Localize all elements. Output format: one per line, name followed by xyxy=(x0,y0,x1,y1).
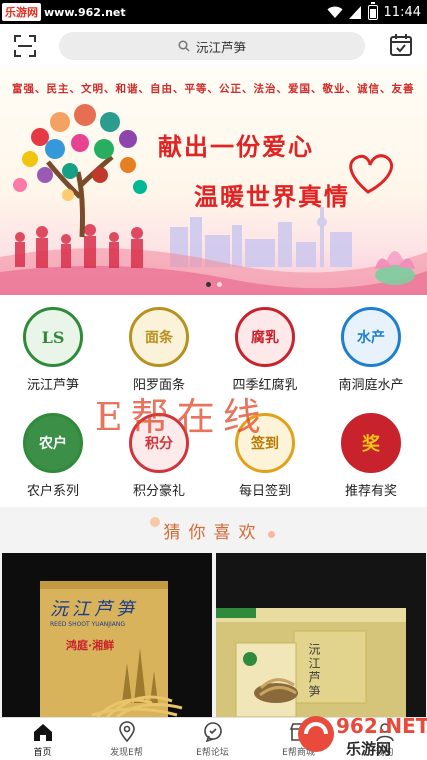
product-tag: 鸿庭·湘鲜 xyxy=(66,639,115,652)
search-bar[interactable]: 沅江芦笋 xyxy=(59,32,365,60)
product-brand: 沅江芦笋 xyxy=(50,599,138,620)
site-watermark-sub: 乐游网 xyxy=(346,740,392,758)
farmer-icon: 农户 xyxy=(23,413,83,473)
category-daily-checkin[interactable]: 签到 每日签到 xyxy=(212,413,318,499)
banner-pagination xyxy=(0,282,427,287)
category-label: 四季红腐乳 xyxy=(232,378,298,393)
category-label: 沅江芦笋 xyxy=(26,378,79,393)
category-dongting-aquatic[interactable]: 水产 南洞庭水产 xyxy=(318,307,424,393)
product-brand: 沅江芦笋 xyxy=(307,643,321,699)
asparagus-logo-icon: LS xyxy=(23,307,83,367)
tab-label: E帮论坛 xyxy=(196,748,229,758)
top-header: 沅江芦笋 xyxy=(0,24,427,67)
search-placeholder: 沅江芦笋 xyxy=(195,39,246,55)
site-watermark: 962.NET 乐游网 xyxy=(296,712,427,758)
banner-headline-1: 献出一份爱心 xyxy=(158,132,314,161)
noodles-icon: 面条 xyxy=(129,307,189,367)
category-yangluo-noodles[interactable]: 面条 阳罗面条 xyxy=(106,307,212,393)
calendar-check-icon xyxy=(390,34,412,56)
signal-icon xyxy=(348,5,361,19)
decor-dot xyxy=(150,517,160,527)
category-grid: LS 沅江芦笋 面条 阳罗面条 腐乳 四季红腐乳 水产 南洞庭水产 农户 农户系… xyxy=(0,295,427,507)
site-logo: 乐游网 xyxy=(2,3,41,21)
category-label: 积分豪礼 xyxy=(132,484,185,499)
site-watermark-text: 962.NET xyxy=(336,714,427,738)
aquatic-products-icon: 水产 xyxy=(341,307,401,367)
product-subtitle: REED SHOOT YUANJIANG xyxy=(50,621,126,628)
tab-label: 发现E帮 xyxy=(110,748,143,758)
location-icon xyxy=(118,721,135,743)
wifi-icon xyxy=(327,6,343,18)
search-icon xyxy=(178,40,190,52)
red-envelope-icon: 奖 xyxy=(341,413,401,473)
category-label: 农户系列 xyxy=(26,484,79,499)
tab-discover[interactable]: 发现E帮 xyxy=(84,718,169,760)
asparagus-package-image xyxy=(40,581,183,717)
decor-dot xyxy=(268,531,275,538)
tab-label: 首页 xyxy=(33,748,52,758)
promo-banner[interactable]: 富强、民主、文明、和谐、自由、平等、公正、法治、爱国、敬业、诚信、友善 献出一份… xyxy=(0,67,427,295)
category-points-gifts[interactable]: 积分 积分豪礼 xyxy=(106,413,212,499)
category-label: 阳罗面条 xyxy=(132,378,185,393)
category-yuanjiang-asparagus[interactable]: LS 沅江芦笋 xyxy=(0,307,106,393)
home-icon xyxy=(33,724,52,741)
category-label: 每日签到 xyxy=(238,484,291,499)
category-label: 推荐有奖 xyxy=(344,484,397,499)
scan-icon xyxy=(14,35,36,57)
checkin-calendar-button[interactable] xyxy=(388,32,414,58)
core-values-text: 富强、民主、文明、和谐、自由、平等、公正、法治、爱国、敬业、诚信、友善 xyxy=(12,83,415,95)
fermented-tofu-icon: 腐乳 xyxy=(235,307,295,367)
clock: 11:44 xyxy=(383,4,421,20)
gift-box-icon: 积分 xyxy=(129,413,189,473)
category-referral-rewards[interactable]: 奖 推荐有奖 xyxy=(318,413,424,499)
scan-button[interactable] xyxy=(12,33,38,59)
tab-home[interactable]: 首页 xyxy=(0,718,85,760)
recommend-section-header: 猜你喜欢 xyxy=(0,507,427,553)
chat-icon xyxy=(203,722,222,743)
pagination-dot[interactable] xyxy=(216,282,222,287)
product-card[interactable]: 沅江芦笋 xyxy=(216,553,426,717)
category-siji-tofu[interactable]: 腐乳 四季红腐乳 xyxy=(212,307,318,393)
banner-headline-2: 温暖世界真情 xyxy=(194,182,350,211)
pagination-dot-active[interactable] xyxy=(205,282,211,287)
product-card[interactable]: 沅江芦笋 REED SHOOT YUANJIANG 鸿庭·湘鲜 xyxy=(2,553,212,717)
checkin-calendar-icon: 签到 xyxy=(235,413,295,473)
site-url: www.962.net xyxy=(44,5,126,19)
tab-forum[interactable]: E帮论坛 xyxy=(170,718,255,760)
category-farmer-series[interactable]: 农户 农户系列 xyxy=(0,413,106,499)
category-label: 南洞庭水产 xyxy=(338,378,404,393)
battery-icon xyxy=(367,1,378,20)
status-bar: 乐游网 www.962.net 11:44 xyxy=(0,0,427,24)
recommend-title: 猜你喜欢 xyxy=(163,522,264,543)
